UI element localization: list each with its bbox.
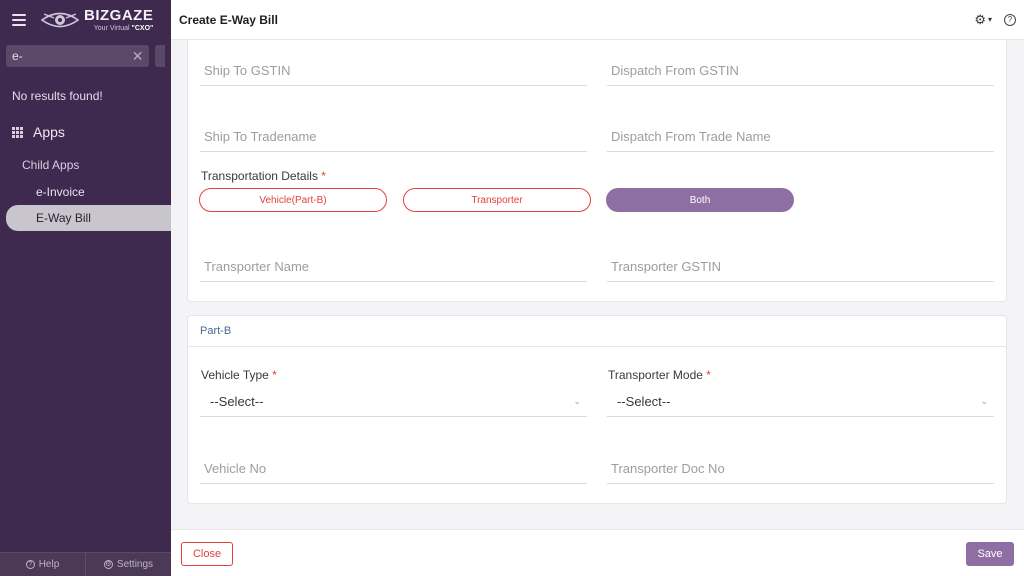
save-button[interactable]: Save: [966, 542, 1014, 566]
close-button[interactable]: Close: [181, 542, 233, 566]
page-title: Create E-Way Bill: [179, 12, 278, 27]
sidebar-header: BIZGAZE Your Virtual "CXO": [0, 0, 171, 40]
apps-heading[interactable]: Apps: [0, 120, 171, 144]
logo-text: BIZGAZE Your Virtual "CXO": [84, 8, 153, 32]
ship-to-tradename-field[interactable]: Ship To Tradename: [200, 106, 587, 152]
logo-tagline: Your Virtual "CXO": [84, 25, 154, 32]
question-circle-icon[interactable]: ?: [1004, 13, 1016, 26]
settings-label: Settings: [116, 559, 154, 570]
chevron-down-icon[interactable]: ▾: [988, 15, 992, 24]
part-b-header: Part-B: [188, 316, 1006, 347]
transportation-details-label: Transportation Details *: [201, 169, 326, 183]
transporter-gstin-field[interactable]: Transporter GSTIN: [607, 236, 994, 282]
search-value[interactable]: e-: [12, 49, 132, 63]
close-icon[interactable]: ✕: [132, 48, 144, 65]
sidebar-search-row: e- ✕: [0, 40, 171, 68]
transporter-mode-text: Transporter Mode: [608, 368, 703, 382]
help-label: Help: [38, 559, 60, 570]
no-results-message: No results found!: [12, 89, 103, 103]
part-b-card: Part-B Vehicle Type * Transporter Mode *…: [187, 315, 1007, 504]
dispatch-from-trade-name-placeholder: Dispatch From Trade Name: [611, 129, 771, 144]
apps-label: Apps: [33, 124, 65, 140]
dispatch-from-trade-name-field[interactable]: Dispatch From Trade Name: [607, 106, 994, 152]
logo-tagline-emphasis: "CXO": [131, 25, 154, 32]
vehicle-no-field[interactable]: Vehicle No: [200, 438, 587, 484]
logo-tagline-prefix: Your Virtual: [93, 25, 130, 32]
create-eway-bill-panel: Create E-Way Bill ⚙ ▾ ? Ship To GSTIN Di…: [171, 0, 1024, 576]
transporter-mode-label: Transporter Mode *: [608, 368, 711, 382]
vehicle-type-value: --Select--: [210, 394, 264, 409]
required-mark: *: [706, 368, 711, 382]
transportation-details-text: Transportation Details: [201, 169, 318, 183]
transporter-gstin-placeholder: Transporter GSTIN: [611, 259, 722, 274]
gear-icon: ⚙: [103, 560, 113, 569]
dispatch-from-gstin-placeholder: Dispatch From GSTIN: [611, 63, 739, 78]
transporter-doc-no-placeholder: Transporter Doc No: [611, 461, 725, 476]
settings-button[interactable]: ⚙ Settings: [85, 553, 171, 576]
app-logo[interactable]: BIZGAZE Your Virtual "CXO": [40, 8, 153, 32]
vehicle-type-select[interactable]: --Select-- ⌄: [200, 387, 587, 417]
vehicle-part-b-option[interactable]: Vehicle(Part-B): [199, 188, 387, 212]
eye-logo-icon: [40, 12, 80, 28]
ship-to-gstin-placeholder: Ship To GSTIN: [204, 63, 291, 78]
hamburger-menu-icon[interactable]: [12, 14, 26, 26]
both-option[interactable]: Both: [606, 188, 794, 212]
ship-to-gstin-field[interactable]: Ship To GSTIN: [200, 40, 587, 86]
sidebar: BIZGAZE Your Virtual "CXO" e- ✕ No resul…: [0, 0, 171, 576]
ship-to-tradename-placeholder: Ship To Tradename: [204, 129, 317, 144]
panel-footer: Close Save: [171, 529, 1024, 576]
sidebar-search-input[interactable]: e- ✕: [6, 45, 150, 67]
chevron-down-icon: ⌄: [980, 396, 988, 406]
gear-icon[interactable]: ⚙: [974, 12, 986, 28]
logo-brand: BIZGAZE: [84, 7, 154, 24]
required-mark: *: [272, 368, 277, 382]
dispatch-from-gstin-field[interactable]: Dispatch From GSTIN: [607, 40, 994, 86]
help-button[interactable]: ? Help: [0, 553, 85, 576]
transporter-name-placeholder: Transporter Name: [204, 259, 309, 274]
vehicle-type-text: Vehicle Type: [201, 368, 269, 382]
help-icon: ?: [25, 560, 35, 569]
sidebar-item-e-way-bill[interactable]: E-Way Bill: [6, 205, 171, 231]
transporter-doc-no-field[interactable]: Transporter Doc No: [607, 438, 994, 484]
vehicle-no-placeholder: Vehicle No: [204, 461, 267, 476]
transport-details-card: Ship To GSTIN Dispatch From GSTIN Ship T…: [187, 40, 1007, 302]
grid-icon: [12, 126, 23, 138]
chevron-down-icon: ⌄: [573, 396, 581, 406]
child-apps-heading: Child Apps: [22, 158, 80, 172]
transporter-name-field[interactable]: Transporter Name: [200, 236, 587, 282]
required-mark: *: [321, 169, 326, 183]
transporter-mode-select[interactable]: --Select-- ⌄: [607, 387, 994, 417]
transporter-option[interactable]: Transporter: [403, 188, 591, 212]
panel-header: Create E-Way Bill ⚙ ▾ ?: [171, 0, 1024, 40]
transporter-mode-value: --Select--: [617, 394, 671, 409]
sidebar-item-e-invoice[interactable]: e-Invoice: [6, 179, 171, 205]
settings-dropdown[interactable]: ⚙ ▾: [974, 12, 1004, 28]
search-button[interactable]: [155, 45, 165, 67]
vehicle-type-label: Vehicle Type *: [201, 368, 277, 382]
sidebar-footer: ? Help ⚙ Settings: [0, 552, 171, 576]
